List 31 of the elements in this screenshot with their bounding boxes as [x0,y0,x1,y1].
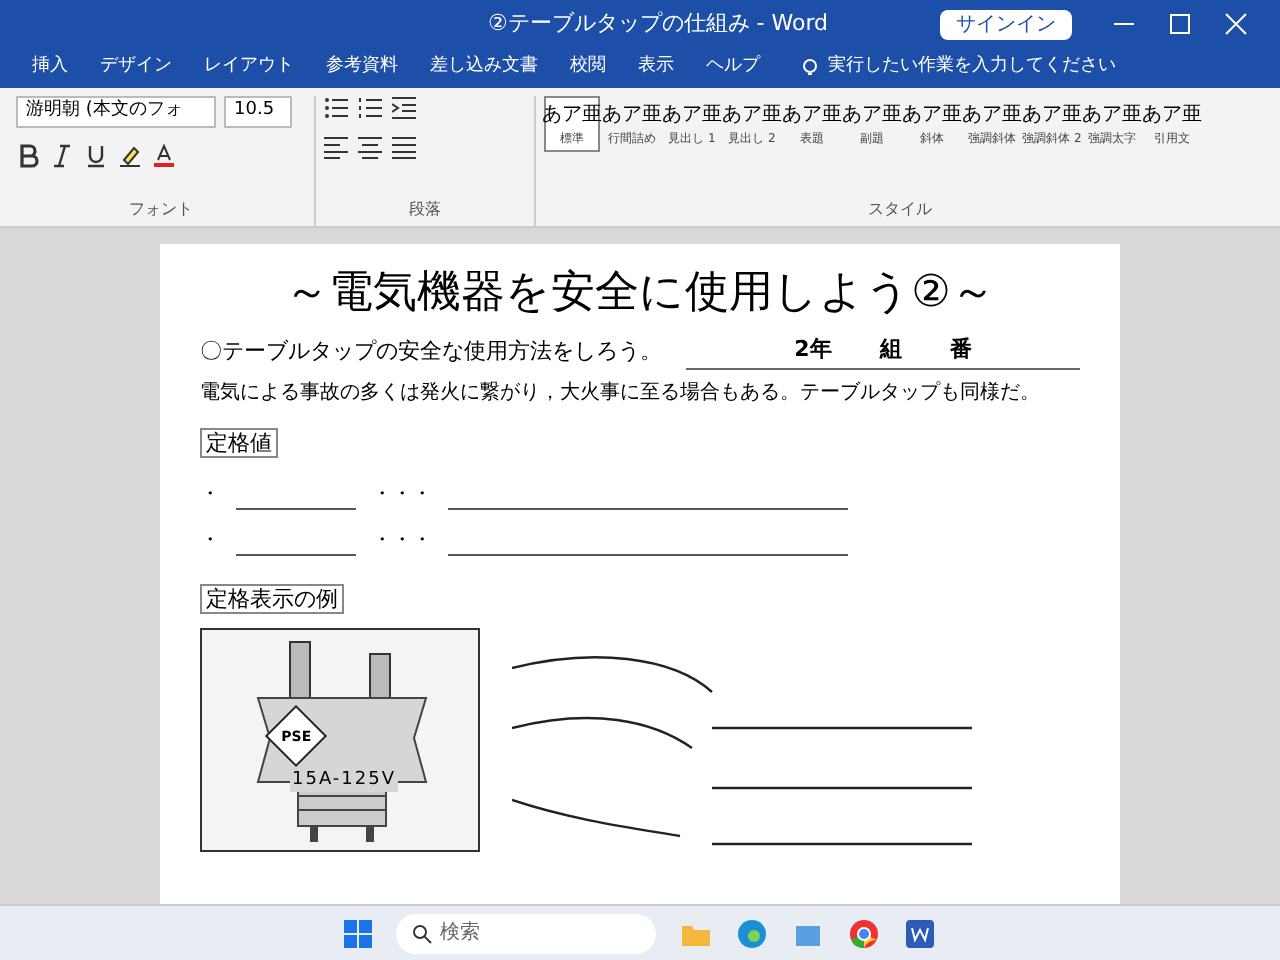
ribbon-tab[interactable]: 参考資料 [318,54,406,82]
ribbon-tab[interactable]: ヘルプ [698,54,768,82]
ribbon-tab[interactable]: 挿入 [24,54,76,82]
sign-in-button[interactable]: サインイン [940,9,1072,39]
tell-me-field[interactable]: 実行したい作業を入力してください [828,54,1116,82]
ribbon-tab[interactable]: 表示 [630,54,682,82]
ellipsis-mark: ・・・ [372,527,432,555]
ellipsis-mark: ・・・ [372,481,432,509]
font-name-field[interactable]: 游明朝 (本文のフォ [16,96,216,127]
bullet-marker: ・ [200,527,220,555]
font-size-field[interactable]: 10.5 [224,96,292,127]
section-heading: 定格表示の例 [200,583,344,613]
class-number-label: 2年 [794,334,832,366]
document-title: ～電気機器を安全に使用しよう②～ [283,266,997,322]
group-label: 段落 [407,198,443,222]
bullet-marker: ・ [200,481,220,509]
section-heading: 定格値 [200,427,278,457]
taskbar-search-field[interactable]: 検索 [396,913,656,953]
ribbon-tab[interactable]: レイアウト [196,54,302,82]
rating-label: 15A-125V [290,769,398,791]
group-label: スタイル [866,198,934,222]
search-placeholder: 検索 [440,919,480,948]
group-label: フォント [127,198,195,222]
class-number-label: 番 [949,334,972,366]
window-title: ②テーブルタップの仕組み - Word [485,7,831,40]
intro-text: 電気による事故の多くは発火に繋がり，大火事に至る場合もある。テーブルタップも同様だ。 [200,379,1042,407]
ribbon-tab[interactable]: デザイン [92,54,180,82]
ribbon-tab[interactable]: 校閲 [562,54,614,82]
class-number-label: 組 [879,334,902,366]
worksheet-subtitle: 〇テーブルタップの安全な使用方法をしろう。 [200,336,662,368]
ribbon-tab[interactable]: 差し込み文書 [422,54,546,82]
